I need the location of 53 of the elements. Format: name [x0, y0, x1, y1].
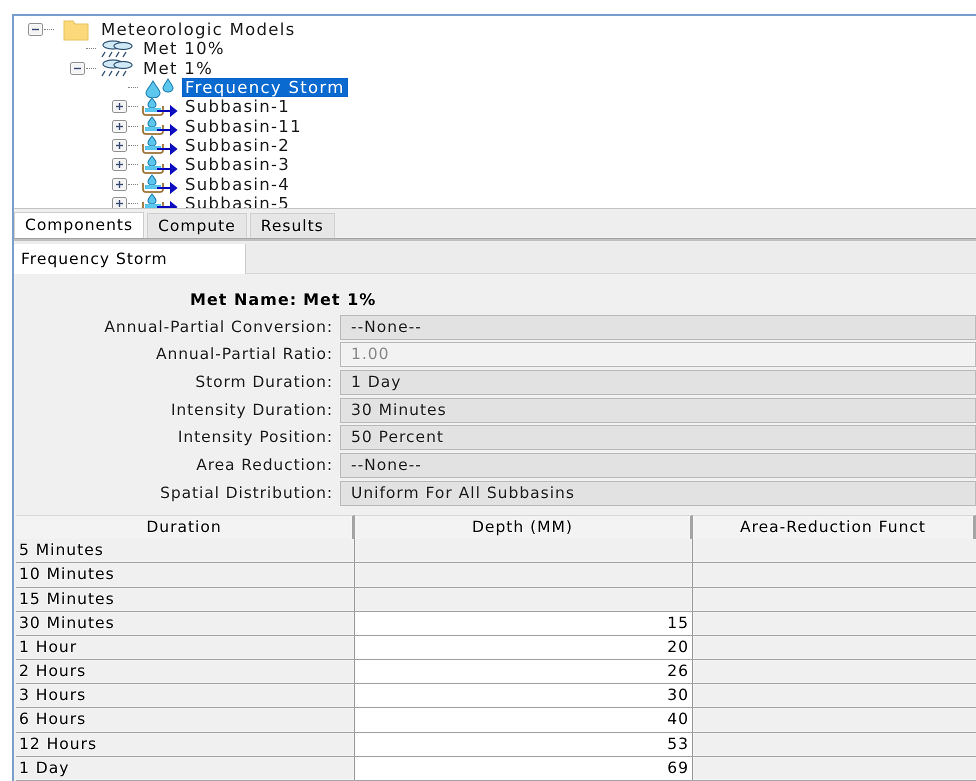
expand-icon[interactable] [112, 138, 127, 152]
tree-item[interactable]: Subbasin-4 [182, 174, 294, 194]
collapse-icon[interactable] [28, 23, 43, 36]
basin-arrow-icon [141, 135, 179, 156]
field-label: Area Reduction: [195, 454, 334, 476]
dropdown-field[interactable]: --None-- [340, 314, 976, 340]
table-cell[interactable]: 30 [355, 684, 693, 708]
tab[interactable]: Results [250, 213, 335, 238]
expand-icon[interactable] [112, 196, 127, 208]
tab[interactable]: Frequency Storm [14, 244, 246, 274]
field-label: Annual-Partial Ratio: [154, 344, 334, 366]
basin-arrow-icon [141, 174, 179, 194]
dropdown-field[interactable]: 30 Minutes [340, 398, 976, 423]
table-cell[interactable]: 40 [355, 708, 693, 732]
table-cell[interactable]: 20 [355, 636, 693, 660]
tree-item[interactable]: Subbasin-11 [182, 116, 305, 136]
met-name-label: Met Name: [190, 288, 298, 311]
tree-item[interactable]: Meteorologic Models [98, 20, 299, 40]
expand-icon[interactable] [112, 100, 127, 114]
tree-item[interactable]: Subbasin-2 [182, 136, 294, 155]
table-cell[interactable]: 26 [355, 660, 693, 684]
table-cell[interactable]: 15 [355, 612, 693, 635]
field-label: Intensity Position: [176, 427, 334, 448]
field-label: Intensity Duration: [170, 400, 334, 421]
tree-item[interactable]: Subbasin-1 [182, 97, 294, 116]
column-header[interactable]: Duration [16, 515, 355, 540]
folder-icon [62, 18, 90, 42]
dropdown-field[interactable]: 50 Percent [340, 425, 976, 450]
basin-arrow-icon [141, 96, 179, 117]
expand-icon[interactable] [112, 120, 127, 133]
tree-item[interactable]: Met 1% [140, 58, 216, 78]
collapse-icon[interactable] [70, 62, 85, 75]
expand-icon[interactable] [112, 178, 127, 191]
tree-item[interactable]: Frequency Storm [182, 78, 348, 98]
table-cell[interactable]: 53 [355, 732, 693, 756]
tree-item[interactable]: Subbasin-3 [182, 155, 294, 174]
column-header[interactable]: Area-Reduction Funct [693, 515, 976, 540]
table-cell[interactable]: 69 [355, 756, 693, 780]
field-label: Annual-Partial Conversion: [103, 316, 334, 338]
tree-item[interactable]: Met 10% [140, 39, 228, 58]
expand-icon[interactable] [112, 158, 127, 172]
field-label: Spatial Distribution: [159, 482, 334, 504]
dropdown-field[interactable]: 1 Day [340, 370, 976, 396]
dropdown-field[interactable]: Uniform For All Subbasins [340, 480, 976, 506]
dropdown-field[interactable]: --None-- [340, 453, 976, 478]
column-header[interactable]: Depth (MM) [355, 515, 693, 540]
basin-arrow-icon [141, 116, 179, 136]
basin-arrow-icon [141, 193, 179, 208]
tab[interactable]: Compute [147, 213, 247, 238]
met-name-value: Met 1% [303, 288, 376, 311]
field-label: Storm Duration: [194, 372, 334, 393]
tab[interactable]: Components [14, 212, 144, 238]
basin-arrow-icon [141, 154, 179, 175]
